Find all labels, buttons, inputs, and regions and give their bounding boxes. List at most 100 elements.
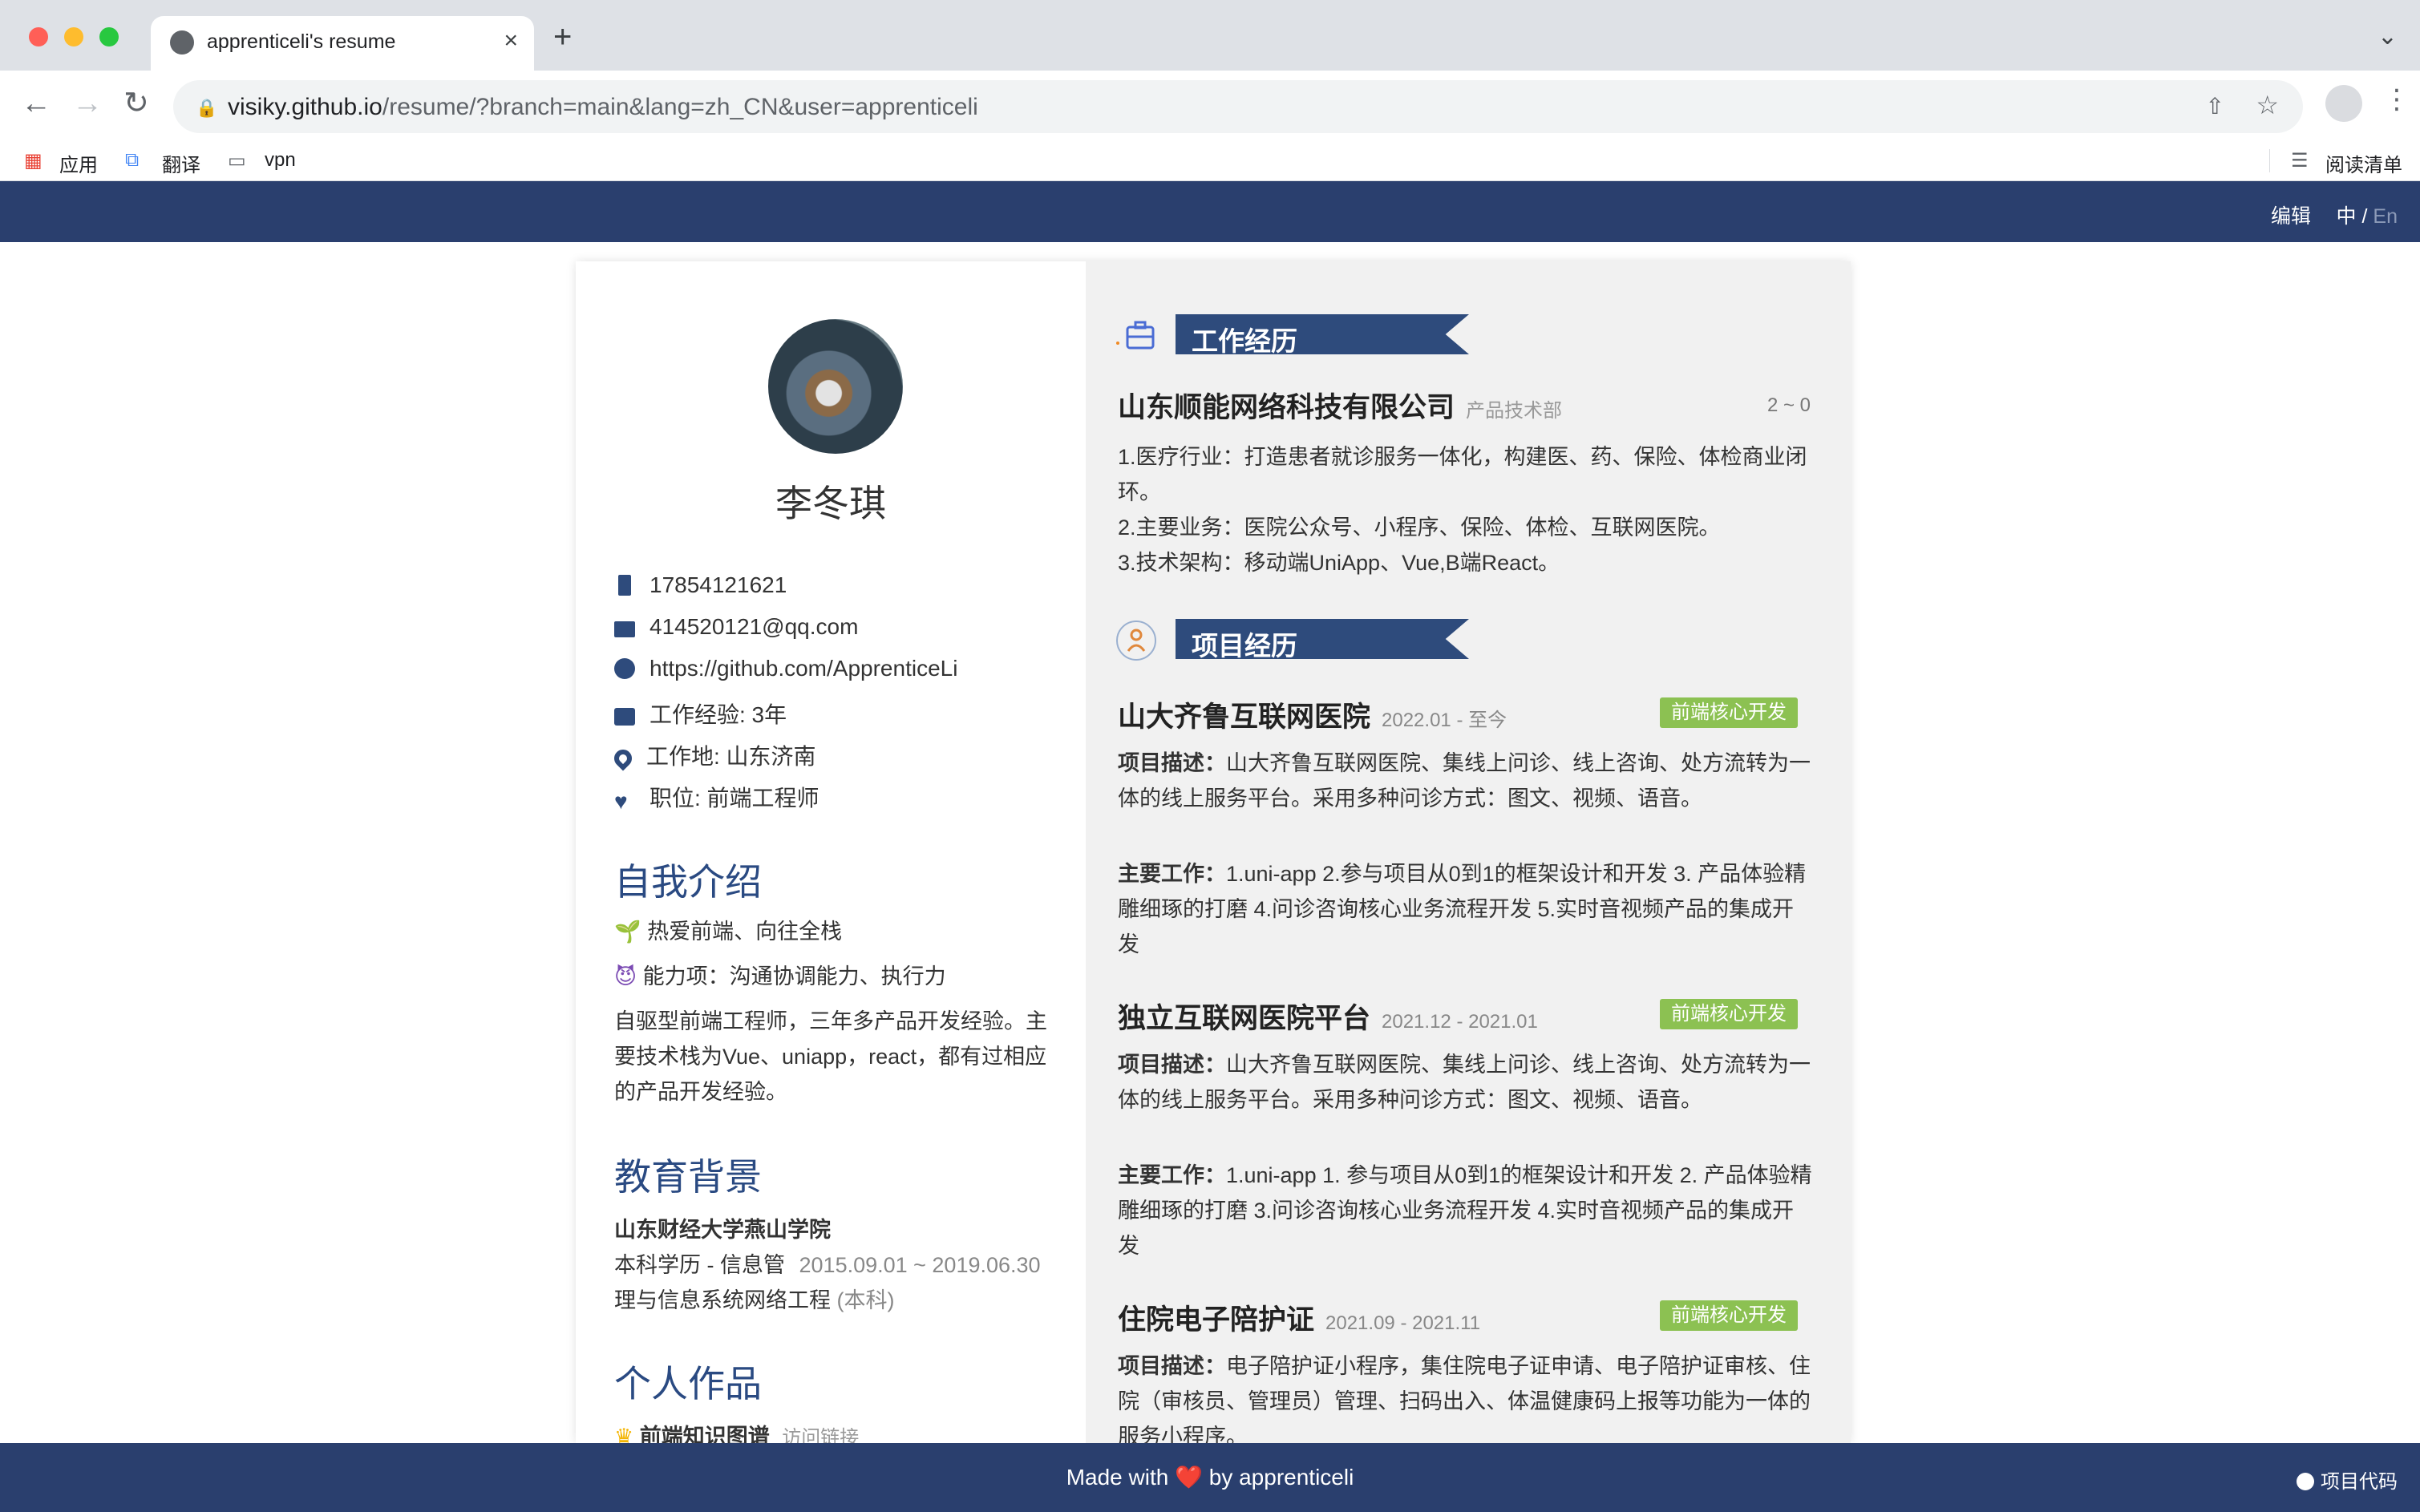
- close-window-button[interactable]: [29, 27, 48, 46]
- major-row: 理与信息系统网络工程 (本科): [614, 1283, 1063, 1318]
- education-level: (本科): [836, 1288, 895, 1312]
- mail-icon: [614, 621, 635, 637]
- close-tab-icon[interactable]: ×: [504, 27, 518, 55]
- menu-kebab-icon[interactable]: ⋮: [2383, 83, 2410, 115]
- profile-avatar-icon[interactable]: [2325, 85, 2362, 122]
- degree-row: 本科学历 - 信息管 2015.09.01 ~ 2019.06.30: [614, 1247, 1063, 1283]
- experience-row: 工作经验: 3年: [614, 697, 787, 730]
- project-1-dates: 2022.01 - 至今: [1382, 710, 1507, 731]
- tab-title: apprenticeli's resume: [207, 30, 396, 53]
- phone-icon: [618, 575, 631, 596]
- bookmark-translate[interactable]: 翻译: [162, 149, 200, 177]
- url-host: visiky.github.io: [228, 94, 382, 120]
- about-line-1: 🌱 热爱前端、向往全栈: [614, 914, 1063, 949]
- forward-arrow-icon[interactable]: →: [72, 88, 103, 119]
- tab-search-chevron-icon[interactable]: ⌄: [2378, 22, 2398, 51]
- apps-grid-icon: ▦: [24, 150, 42, 172]
- email-text: 414520121@qq.com: [650, 614, 859, 639]
- project-2-work-label: 主要工作：: [1118, 1163, 1226, 1187]
- source-code-label: 项目代码: [2321, 1471, 2398, 1493]
- maximize-window-button[interactable]: [99, 27, 119, 46]
- source-code-link[interactable]: 项目代码: [2297, 1466, 2398, 1494]
- work-exp-line-3: 3.技术架构：移动端UniApp、Vue,B端React。: [1118, 551, 1560, 575]
- about-line-2-text: 能力项：沟通协调能力、执行力: [642, 964, 946, 988]
- resume-left-column: 李冬琪 17854121621 414520121@qq.com https:/…: [576, 261, 1086, 1443]
- phone-text: 17854121621: [650, 572, 787, 597]
- bookmark-vpn[interactable]: vpn: [265, 149, 296, 172]
- back-arrow-icon[interactable]: ←: [21, 88, 51, 119]
- footer-made-with: Made with: [1066, 1465, 1169, 1490]
- about-desc: 自驱型前端工程师，三年多产品开发经验。主要技术栈为Vue、uniapp，reac…: [614, 1009, 1047, 1104]
- page-header: 编辑 中 / En: [0, 181, 2420, 242]
- heart-icon: ♥: [614, 789, 628, 814]
- bookmarks-bar: ▦ 应用 ⧉ 翻译 ▭ vpn ☰ 阅读清单: [0, 143, 2420, 181]
- star-bookmark-icon[interactable]: ☆: [2256, 90, 2279, 120]
- reload-icon[interactable]: ↻: [123, 88, 149, 119]
- education-title: 教育背景: [614, 1156, 762, 1198]
- works-item: ♛ 前端知识图谱 访问链接: [614, 1419, 1063, 1443]
- school-name: 山东财经大学燕山学院: [614, 1218, 831, 1242]
- location-text: 工作地: 山东济南: [646, 744, 816, 769]
- footer-credit: Made with ❤️ by apprenticeli: [0, 1464, 2420, 1490]
- project-1-work-label: 主要工作：: [1118, 862, 1226, 886]
- share-icon[interactable]: ⇧: [2206, 93, 2224, 119]
- works-visit-link[interactable]: 访问链接: [782, 1427, 859, 1443]
- team-icon: [1116, 621, 1156, 661]
- browser-toolbar: ← → ↻ 🔒 visiky.github.io/resume/?branch=…: [0, 71, 2420, 143]
- major-text: 理与信息系统网络工程: [614, 1288, 831, 1312]
- location-row: 工作地: 山东济南: [610, 739, 816, 771]
- project-2-desc: 项目描述：山大齐鲁互联网医院、集线上问诊、线上咨询、处方流转为一体的线上服务平台…: [1118, 1047, 1815, 1118]
- works-item-name: 前端知识图谱: [639, 1425, 770, 1443]
- project-2-desc-label: 项目描述：: [1118, 1053, 1226, 1077]
- project-1-work: 主要工作：1.uni-app 2.参与项目从0到1的框架设计和开发 3. 产品体…: [1118, 856, 1815, 962]
- email-row: 414520121@qq.com: [614, 614, 858, 640]
- address-bar[interactable]: 🔒 visiky.github.io/resume/?branch=main&l…: [173, 80, 2303, 133]
- heart-emoji-icon: ❤️: [1175, 1465, 1203, 1490]
- bookmark-apps[interactable]: 应用: [59, 149, 98, 177]
- minimize-window-button[interactable]: [64, 27, 83, 46]
- folder-icon: ▭: [228, 150, 246, 172]
- lang-en[interactable]: En: [2373, 205, 2398, 228]
- company-name: 山东顺能网络科技有限公司: [1118, 392, 1455, 423]
- language-switch: 中 / En: [2337, 200, 2398, 229]
- globe-icon: [170, 30, 194, 55]
- about-line-2: 😈 能力项：沟通协调能力、执行力: [614, 959, 1063, 994]
- devil-emoji-icon: 😈: [614, 964, 637, 988]
- footer-author: by apprenticeli: [1208, 1465, 1354, 1490]
- lang-zh[interactable]: 中: [2337, 205, 2357, 228]
- projects-title: 项目经历: [1192, 631, 1297, 661]
- project-1-desc: 项目描述：山大齐鲁互联网医院、集线上问诊、线上咨询、处方流转为一体的线上服务平台…: [1118, 746, 1815, 816]
- work-exp-title: 工作经历: [1192, 326, 1297, 356]
- calendar-icon: [614, 708, 635, 726]
- project-3-desc-label: 项目描述：: [1118, 1354, 1226, 1378]
- page-footer: Made with ❤️ by apprenticeli 项目代码: [0, 1443, 2420, 1512]
- github-icon: [2297, 1473, 2314, 1490]
- project-2-dates: 2021.12 - 2021.01: [1382, 1011, 1538, 1033]
- project-1-name: 山大齐鲁互联网医院: [1118, 701, 1371, 733]
- project-3-title-row: 住院电子陪护证 2021.09 - 2021.11: [1118, 1297, 1480, 1338]
- github-row: https://github.com/ApprenticeLi: [614, 656, 957, 681]
- crown-icon: ♛: [614, 1425, 634, 1443]
- edit-link[interactable]: 编辑: [2271, 200, 2311, 229]
- project-2-role-badge: 前端核心开发: [1660, 999, 1798, 1029]
- lock-icon: 🔒: [196, 98, 218, 118]
- profile-name: 李冬琪: [775, 483, 886, 524]
- new-tab-button[interactable]: +: [553, 21, 572, 53]
- lang-separator: /: [2361, 205, 2368, 228]
- github-link[interactable]: https://github.com/ApprenticeLi: [650, 656, 957, 681]
- browser-tab[interactable]: apprenticeli's resume ×: [151, 16, 534, 71]
- translate-icon: ⧉: [125, 149, 140, 171]
- project-3-role-badge: 前端核心开发: [1660, 1300, 1798, 1331]
- project-3-dates: 2021.09 - 2021.11: [1325, 1312, 1481, 1334]
- experience-text: 工作经验: 3年: [650, 702, 787, 727]
- resume-card: 李冬琪 17854121621 414520121@qq.com https:/…: [576, 261, 1851, 1443]
- about-title: 自我介绍: [614, 861, 762, 903]
- browser-tab-bar: apprenticeli's resume × + ⌄: [0, 0, 2420, 71]
- works-title: 个人作品: [614, 1363, 762, 1405]
- work-exp-line-1: 1.医疗行业：打造患者就诊服务一体化，构建医、药、保险、体检商业闭环。: [1118, 445, 1807, 504]
- reading-list-button[interactable]: 阅读清单: [2325, 149, 2402, 177]
- phone-row: 17854121621: [614, 572, 787, 598]
- position-text: 职位: 前端工程师: [650, 786, 819, 811]
- resume-right-column: 工作经历 山东顺能网络科技有限公司 产品技术部 2 ~ 0 1.医疗行业：打造患者…: [1086, 261, 1851, 1443]
- project-2-title-row: 独立互联网医院平台 2021.12 - 2021.01: [1118, 996, 1538, 1037]
